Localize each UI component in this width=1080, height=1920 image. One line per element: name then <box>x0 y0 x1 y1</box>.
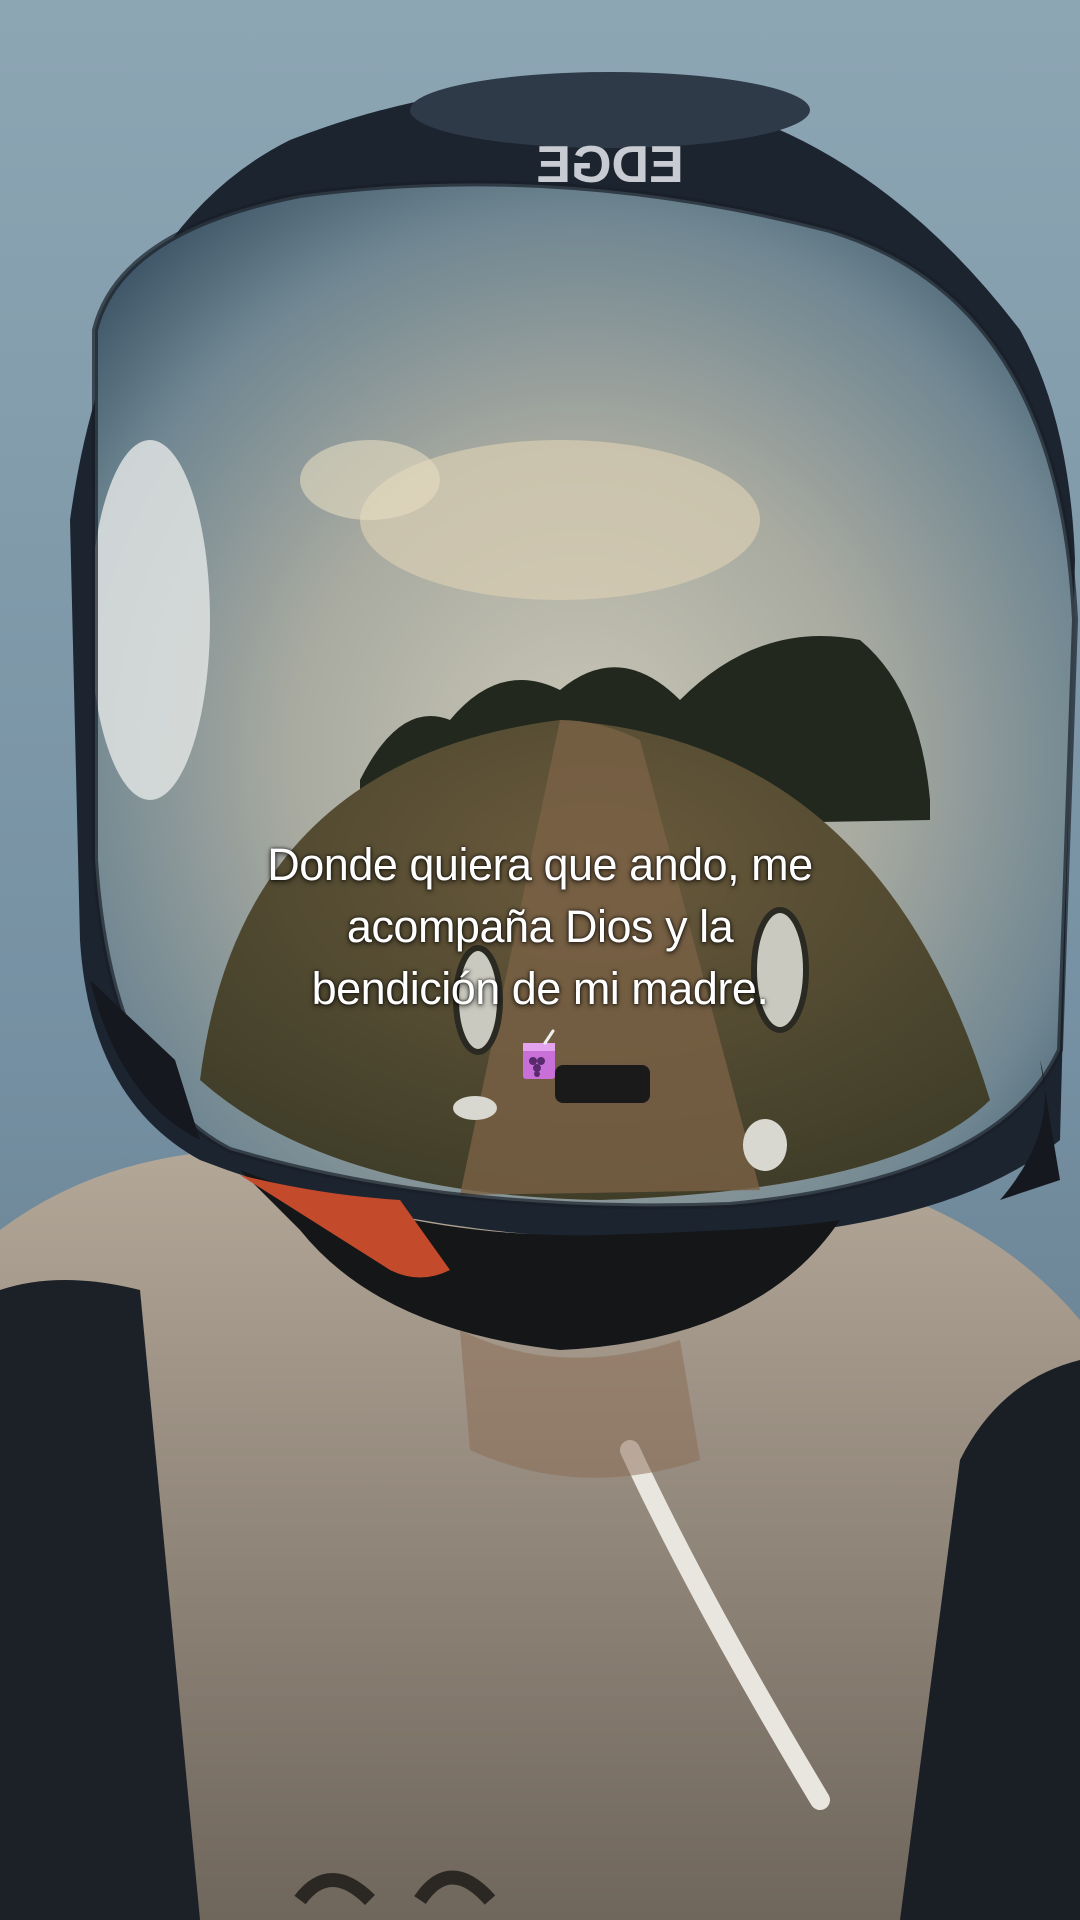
caption-line-3: bendición de mi madre. <box>311 963 769 1014</box>
video-caption: Donde quiera que ando, me acompaña Dios … <box>140 834 940 1020</box>
caption-line-1: Donde quiera que ando, me <box>267 839 813 890</box>
caption-line-2: acompaña Dios y la <box>346 901 734 952</box>
juice-box-grape-icon <box>523 1029 555 1079</box>
